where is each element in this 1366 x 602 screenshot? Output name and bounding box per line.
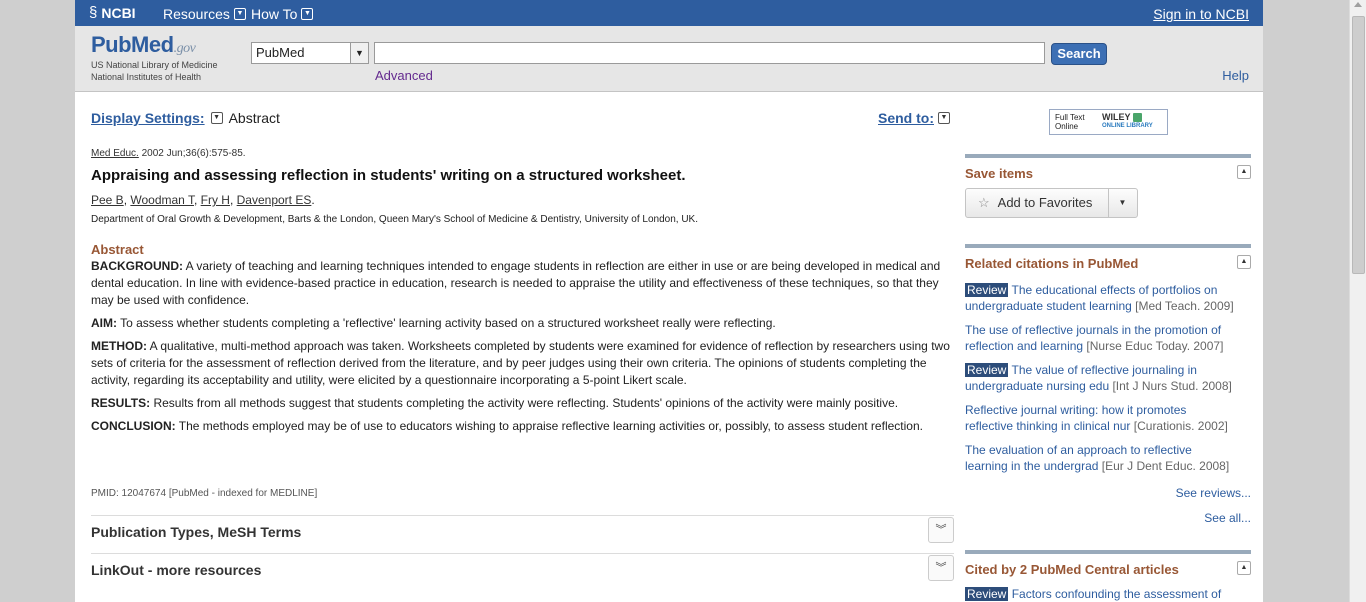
review-badge: Review — [965, 283, 1009, 297]
author-link[interactable]: Pee B — [91, 193, 124, 207]
ncbi-logo-text: NCBI — [101, 4, 136, 21]
save-items-box: Save items ▲ ☆ Add to Favorites ▼ — [965, 154, 1251, 230]
scroll-up-arrow-icon[interactable] — [1354, 2, 1362, 7]
affiliation: Department of Oral Growth & Development,… — [91, 214, 699, 225]
article-title: Appraising and assessing reflection in s… — [91, 167, 686, 184]
search-header: PubMed.gov US National Library of Medici… — [75, 26, 1263, 92]
advanced-search-link[interactable]: Advanced — [375, 68, 433, 83]
sign-in-link[interactable]: Sign in to NCBI — [1153, 6, 1249, 22]
pubmed-logo-wordmark: PubMed.gov — [91, 32, 196, 57]
publication-types-title: Publication Types, MeSH Terms — [91, 524, 302, 540]
related-item[interactable]: Review The value of reflective journalin… — [965, 362, 1251, 394]
pmid: PMID: 12047674 [PubMed - indexed for MED… — [91, 488, 318, 499]
related-item[interactable]: The evaluation of an approach to reflect… — [965, 442, 1251, 474]
vertical-scrollbar[interactable] — [1349, 0, 1366, 602]
see-all-link[interactable]: See all... — [1204, 511, 1251, 525]
expand-icon[interactable]: ︾ — [928, 555, 954, 581]
display-format: Abstract — [228, 110, 280, 126]
citation-line: Med Educ. 2002 Jun;36(6):575-85. — [91, 148, 246, 159]
related-item[interactable]: Reflective journal writing: how it promo… — [965, 402, 1251, 434]
related-citations-title: Related citations in PubMed — [965, 256, 1139, 271]
how-to-label: How To — [251, 6, 298, 22]
save-items-title: Save items — [965, 166, 1033, 181]
search-input[interactable] — [374, 42, 1045, 64]
wiley-logo: WILEY ONLINE LIBRARY — [1102, 111, 1153, 130]
expand-icon[interactable]: ︾ — [928, 517, 954, 543]
chevron-down-icon: ▼ — [233, 8, 246, 20]
send-to-link[interactable]: Send to: — [878, 110, 934, 126]
author-list: Pee B, Woodman T, Fry H, Davenport ES. — [91, 193, 315, 207]
related-item[interactable]: The use of reflective journals in the pr… — [965, 322, 1251, 354]
abstract-heading: Abstract — [91, 242, 144, 257]
display-settings-link[interactable]: Display Settings: — [91, 110, 205, 126]
full-text-link[interactable]: Full Text Online WILEY ONLINE LIBRARY — [1049, 109, 1168, 135]
chevron-down-icon[interactable]: ▼ — [938, 112, 950, 124]
author-link[interactable]: Davenport ES — [237, 193, 312, 207]
resources-label: Resources — [163, 6, 230, 22]
cited-item[interactable]: Review Factors confounding the assessmen… — [965, 586, 1251, 602]
chevron-down-icon: ▼ — [301, 8, 314, 20]
linkout-section[interactable]: LinkOut - more resources ︾ — [91, 553, 954, 585]
nih-label: National Institutes of Health — [91, 72, 202, 82]
cited-by-box: Cited by 2 PubMed Central articles ▲ Rev… — [965, 550, 1251, 602]
nlm-label: US National Library of Medicine — [91, 60, 218, 70]
add-to-favorites-button[interactable]: ☆ Add to Favorites ▼ — [965, 188, 1138, 218]
chevron-down-icon[interactable]: ▼ — [210, 112, 223, 124]
publication-types-section[interactable]: Publication Types, MeSH Terms ︾ — [91, 515, 954, 547]
collapse-icon[interactable]: ▲ — [1237, 255, 1251, 269]
abstract-section: AIM: To assess whether students completi… — [91, 316, 776, 330]
add-to-favorites-main[interactable]: ☆ Add to Favorites — [966, 189, 1109, 217]
abstract-section: METHOD: A qualitative, multi-method appr… — [91, 339, 950, 387]
ncbi-logo[interactable]: § NCBI — [89, 4, 136, 21]
author-link[interactable]: Fry H — [201, 193, 230, 207]
database-select[interactable]: PubMed ▼ — [251, 42, 369, 64]
help-link[interactable]: Help — [1222, 68, 1249, 83]
abstract-section: RESULTS: Results from all methods sugges… — [91, 396, 899, 410]
chevron-down-icon: ▼ — [350, 43, 368, 63]
how-to-menu[interactable]: How To ▼ — [251, 6, 314, 22]
full-text-label: Full Text Online — [1055, 113, 1085, 131]
related-list: Review The educational effects of portfo… — [965, 282, 1251, 482]
star-icon: ☆ — [978, 195, 990, 210]
database-value: PubMed — [256, 45, 305, 60]
collapse-icon[interactable]: ▲ — [1237, 165, 1251, 179]
author-link[interactable]: Woodman T — [130, 193, 194, 207]
review-badge: Review — [965, 587, 1009, 601]
ncbi-top-bar: § NCBI Resources ▼ How To ▼ Sign in to N… — [75, 0, 1263, 26]
related-item[interactable]: Review The educational effects of portfo… — [965, 282, 1251, 314]
search-button[interactable]: Search — [1051, 43, 1107, 65]
journal-link[interactable]: Med Educ. — [91, 148, 139, 159]
linkout-title: LinkOut - more resources — [91, 562, 262, 578]
send-to: Send to: ▼ — [878, 110, 950, 126]
pubmed-logo[interactable]: PubMed.gov US National Library of Medici… — [91, 32, 218, 82]
wiley-icon — [1132, 113, 1142, 123]
citation-details: 2002 Jun;36(6):575-85. — [138, 148, 246, 159]
cited-by-title: Cited by 2 PubMed Central articles — [965, 562, 1179, 577]
related-citations-box: Related citations in PubMed ▲ Review The… — [965, 244, 1251, 534]
abstract-body: BACKGROUND: A variety of teaching and le… — [91, 258, 955, 441]
ncbi-helix-icon: § — [89, 4, 98, 21]
resources-menu[interactable]: Resources ▼ — [163, 6, 246, 22]
scrollbar-thumb[interactable] — [1352, 16, 1365, 274]
page: § NCBI Resources ▼ How To ▼ Sign in to N… — [75, 0, 1263, 602]
abstract-section: CONCLUSION: The methods employed may be … — [91, 419, 923, 433]
review-badge: Review — [965, 363, 1009, 377]
display-settings: Display Settings: ▼ Abstract — [91, 110, 280, 126]
collapse-icon[interactable]: ▲ — [1237, 561, 1251, 575]
abstract-section: BACKGROUND: A variety of teaching and le… — [91, 259, 941, 307]
see-reviews-link[interactable]: See reviews... — [1176, 486, 1251, 500]
chevron-down-icon[interactable]: ▼ — [1108, 189, 1137, 217]
